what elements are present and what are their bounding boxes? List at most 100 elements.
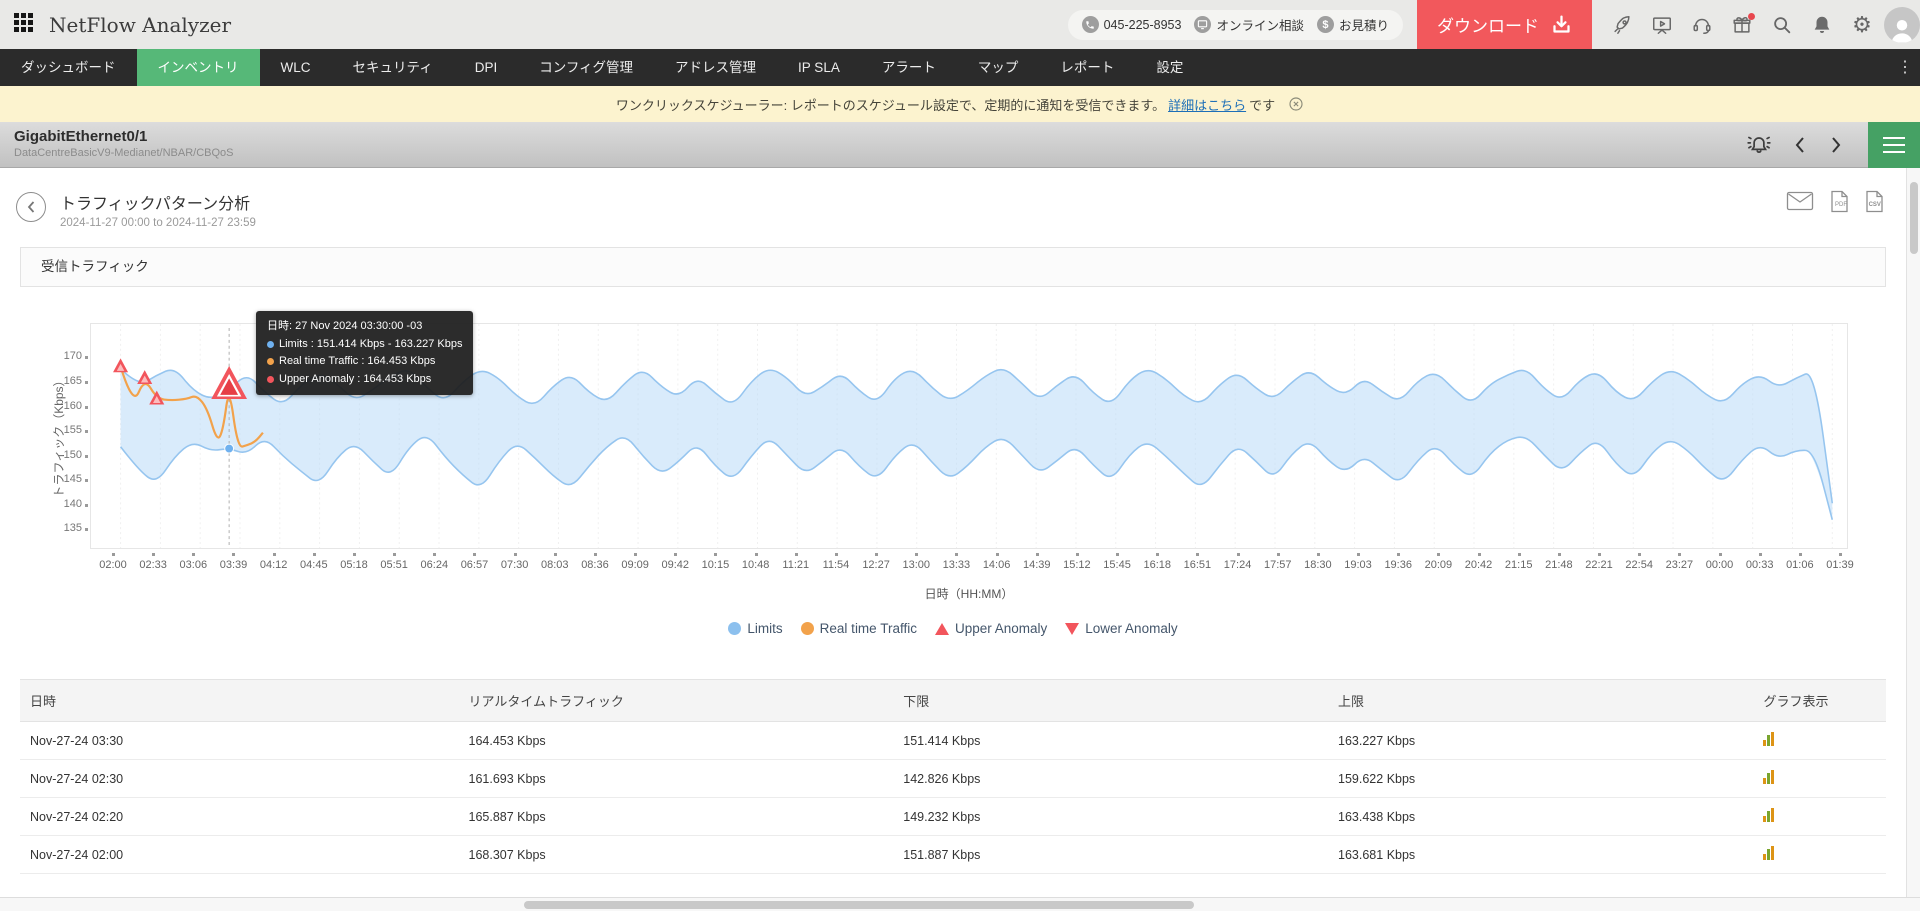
y-axis-tick-mark <box>85 455 88 458</box>
online-consult[interactable]: オンライン相談 <box>1194 15 1304 34</box>
nav-tab-inventory[interactable]: インベントリ <box>137 49 260 86</box>
y-axis-tick-label: 170 <box>42 350 82 362</box>
table-cell: Nov-27-24 02:00 <box>20 836 459 874</box>
table-cell: 163.681 Kbps <box>1328 836 1753 874</box>
demo-video-icon[interactable] <box>1650 13 1674 37</box>
nav-tab-map[interactable]: マップ <box>957 49 1040 86</box>
more-menu-icon[interactable]: ⋮ <box>1894 49 1916 86</box>
download-button[interactable]: ダウンロード <box>1417 0 1592 49</box>
x-axis-tick-mark <box>1076 553 1079 556</box>
y-axis-tick-mark <box>85 504 88 507</box>
horizontal-scrollbar[interactable] <box>0 897 1920 911</box>
pdf-export-icon[interactable]: PDF <box>1829 190 1849 213</box>
nav-tab-address[interactable]: アドレス管理 <box>654 49 777 86</box>
x-axis-tick-mark <box>1317 553 1320 556</box>
back-button[interactable] <box>16 192 46 222</box>
view-graph-icon[interactable] <box>1763 846 1774 860</box>
nav-tab-alert[interactable]: アラート <box>861 49 957 86</box>
banner-close-icon[interactable] <box>1288 96 1304 112</box>
quote-request[interactable]: $ お見積り <box>1317 15 1389 34</box>
x-axis-tick-label: 09:42 <box>653 559 697 571</box>
x-axis-tick-mark <box>1036 553 1039 556</box>
x-axis-tick-label: 17:24 <box>1216 559 1260 571</box>
y-axis-tick-label: 150 <box>42 449 82 461</box>
view-graph-icon[interactable] <box>1763 732 1774 746</box>
user-avatar[interactable] <box>1884 7 1920 43</box>
x-axis-tick-label: 02:33 <box>131 559 175 571</box>
y-axis-tick-label: 165 <box>42 375 82 387</box>
traffic-pattern-chart[interactable]: トラフィック（Kbps） 日時（HH:MM） 日時: 27 Nov 2024 0… <box>20 301 1886 653</box>
settings-gear-icon[interactable]: ⚙ <box>1850 13 1874 37</box>
contact-pill: 045-225-8953 オンライン相談 $ お見積り <box>1068 10 1403 40</box>
nav-tab-wlc[interactable]: WLC <box>260 49 332 86</box>
legend-item-real-time-traffic[interactable]: Real time Traffic <box>801 621 917 636</box>
x-axis-tick-label: 04:12 <box>252 559 296 571</box>
dollar-icon: $ <box>1317 16 1334 33</box>
x-axis-tick-label: 08:36 <box>573 559 617 571</box>
legend-item-limits[interactable]: Limits <box>728 621 782 636</box>
vertical-scrollbar-thumb[interactable] <box>1910 182 1918 254</box>
view-graph-icon[interactable] <box>1763 770 1774 784</box>
x-axis-tick-mark <box>232 553 235 556</box>
snapshot-menu-button[interactable] <box>1868 122 1920 168</box>
notification-banner: ワンクリックスケジューラー: レポートのスケジュール設定で、定期的に通知を受信で… <box>0 86 1920 122</box>
nav-tab-dashboard[interactable]: ダッシュボード <box>0 49 137 86</box>
x-axis-tick-mark <box>875 553 878 556</box>
x-axis-tick-label: 03:06 <box>171 559 215 571</box>
x-axis-tick-mark <box>1357 553 1360 556</box>
online-consult-label: オンライン相談 <box>1216 15 1304 34</box>
horizontal-scrollbar-thumb[interactable] <box>524 901 1194 909</box>
phone-contact[interactable]: 045-225-8953 <box>1082 16 1182 33</box>
legend-item-lower-anomaly[interactable]: Lower Anomaly <box>1065 621 1177 636</box>
nav-tab-ipsla[interactable]: IP SLA <box>777 49 861 86</box>
interface-name: GigabitEthernet0/1 <box>14 128 233 145</box>
x-axis-tick-label: 14:39 <box>1015 559 1059 571</box>
table-cell: 159.622 Kbps <box>1328 760 1753 798</box>
main-content: トラフィックパターン分析 2024-11-27 00:00 to 2024-11… <box>0 168 1906 897</box>
nav-tab-report[interactable]: レポート <box>1039 49 1135 86</box>
x-axis-tick-mark <box>1558 553 1561 556</box>
view-graph-icon[interactable] <box>1763 808 1774 822</box>
x-axis-tick-mark <box>192 553 195 556</box>
notifications-bell-icon[interactable] <box>1810 13 1834 37</box>
app-grid-icon[interactable] <box>14 13 37 36</box>
csv-export-icon[interactable]: CSV <box>1864 190 1884 213</box>
support-headset-icon[interactable] <box>1690 13 1714 37</box>
x-axis-tick-label: 05:18 <box>332 559 376 571</box>
x-axis-tick-label: 02:00 <box>91 559 135 571</box>
table-cell: 163.227 Kbps <box>1328 722 1753 760</box>
x-axis-tick-mark <box>1277 553 1280 556</box>
nav-tab-dpi[interactable]: DPI <box>454 49 519 86</box>
nav-tab-settings[interactable]: 設定 <box>1135 49 1204 86</box>
legend-label: Lower Anomaly <box>1085 621 1177 636</box>
table-row: Nov-27-24 02:20165.887 Kbps149.232 Kbps1… <box>20 798 1886 836</box>
x-axis-tick-mark <box>795 553 798 556</box>
x-axis-tick-mark <box>514 553 517 556</box>
banner-link[interactable]: 詳細はこちら <box>1168 95 1246 114</box>
x-axis-tick-mark <box>1196 553 1199 556</box>
y-axis-tick-label: 155 <box>42 424 82 436</box>
legend-item-upper-anomaly[interactable]: Upper Anomaly <box>935 621 1047 636</box>
search-icon[interactable] <box>1770 13 1794 37</box>
legend-label: Limits <box>747 621 782 636</box>
tooltip-upper-anomaly-row: Upper Anomaly : 164.453 Kbps <box>267 371 462 389</box>
vertical-scrollbar[interactable] <box>1906 168 1920 897</box>
gift-icon[interactable] <box>1730 13 1754 37</box>
y-axis-tick-mark <box>85 430 88 433</box>
prev-interface-chevron[interactable] <box>1792 136 1808 154</box>
x-axis-tick-mark <box>594 553 597 556</box>
x-axis-tick-label: 03:39 <box>211 559 255 571</box>
tooltip-datetime: 日時: 27 Nov 2024 03:30:00 -03 <box>267 318 462 336</box>
alarm-bell-icon[interactable] <box>1746 132 1772 158</box>
email-report-icon[interactable] <box>1786 190 1814 213</box>
table-cell: Nov-27-24 02:30 <box>20 760 459 798</box>
device-header: GigabitEthernet0/1 DataCentreBasicV9-Med… <box>0 122 1920 168</box>
nav-tab-config[interactable]: コンフィグ管理 <box>518 49 654 86</box>
x-axis-tick-mark <box>152 553 155 556</box>
next-interface-chevron[interactable] <box>1828 136 1844 154</box>
rocket-icon[interactable] <box>1610 13 1634 37</box>
circle-icon <box>801 622 814 635</box>
y-axis-tick-label: 140 <box>42 498 82 510</box>
x-axis-tick-mark <box>1156 553 1159 556</box>
nav-tab-security[interactable]: セキュリティ <box>332 49 454 86</box>
